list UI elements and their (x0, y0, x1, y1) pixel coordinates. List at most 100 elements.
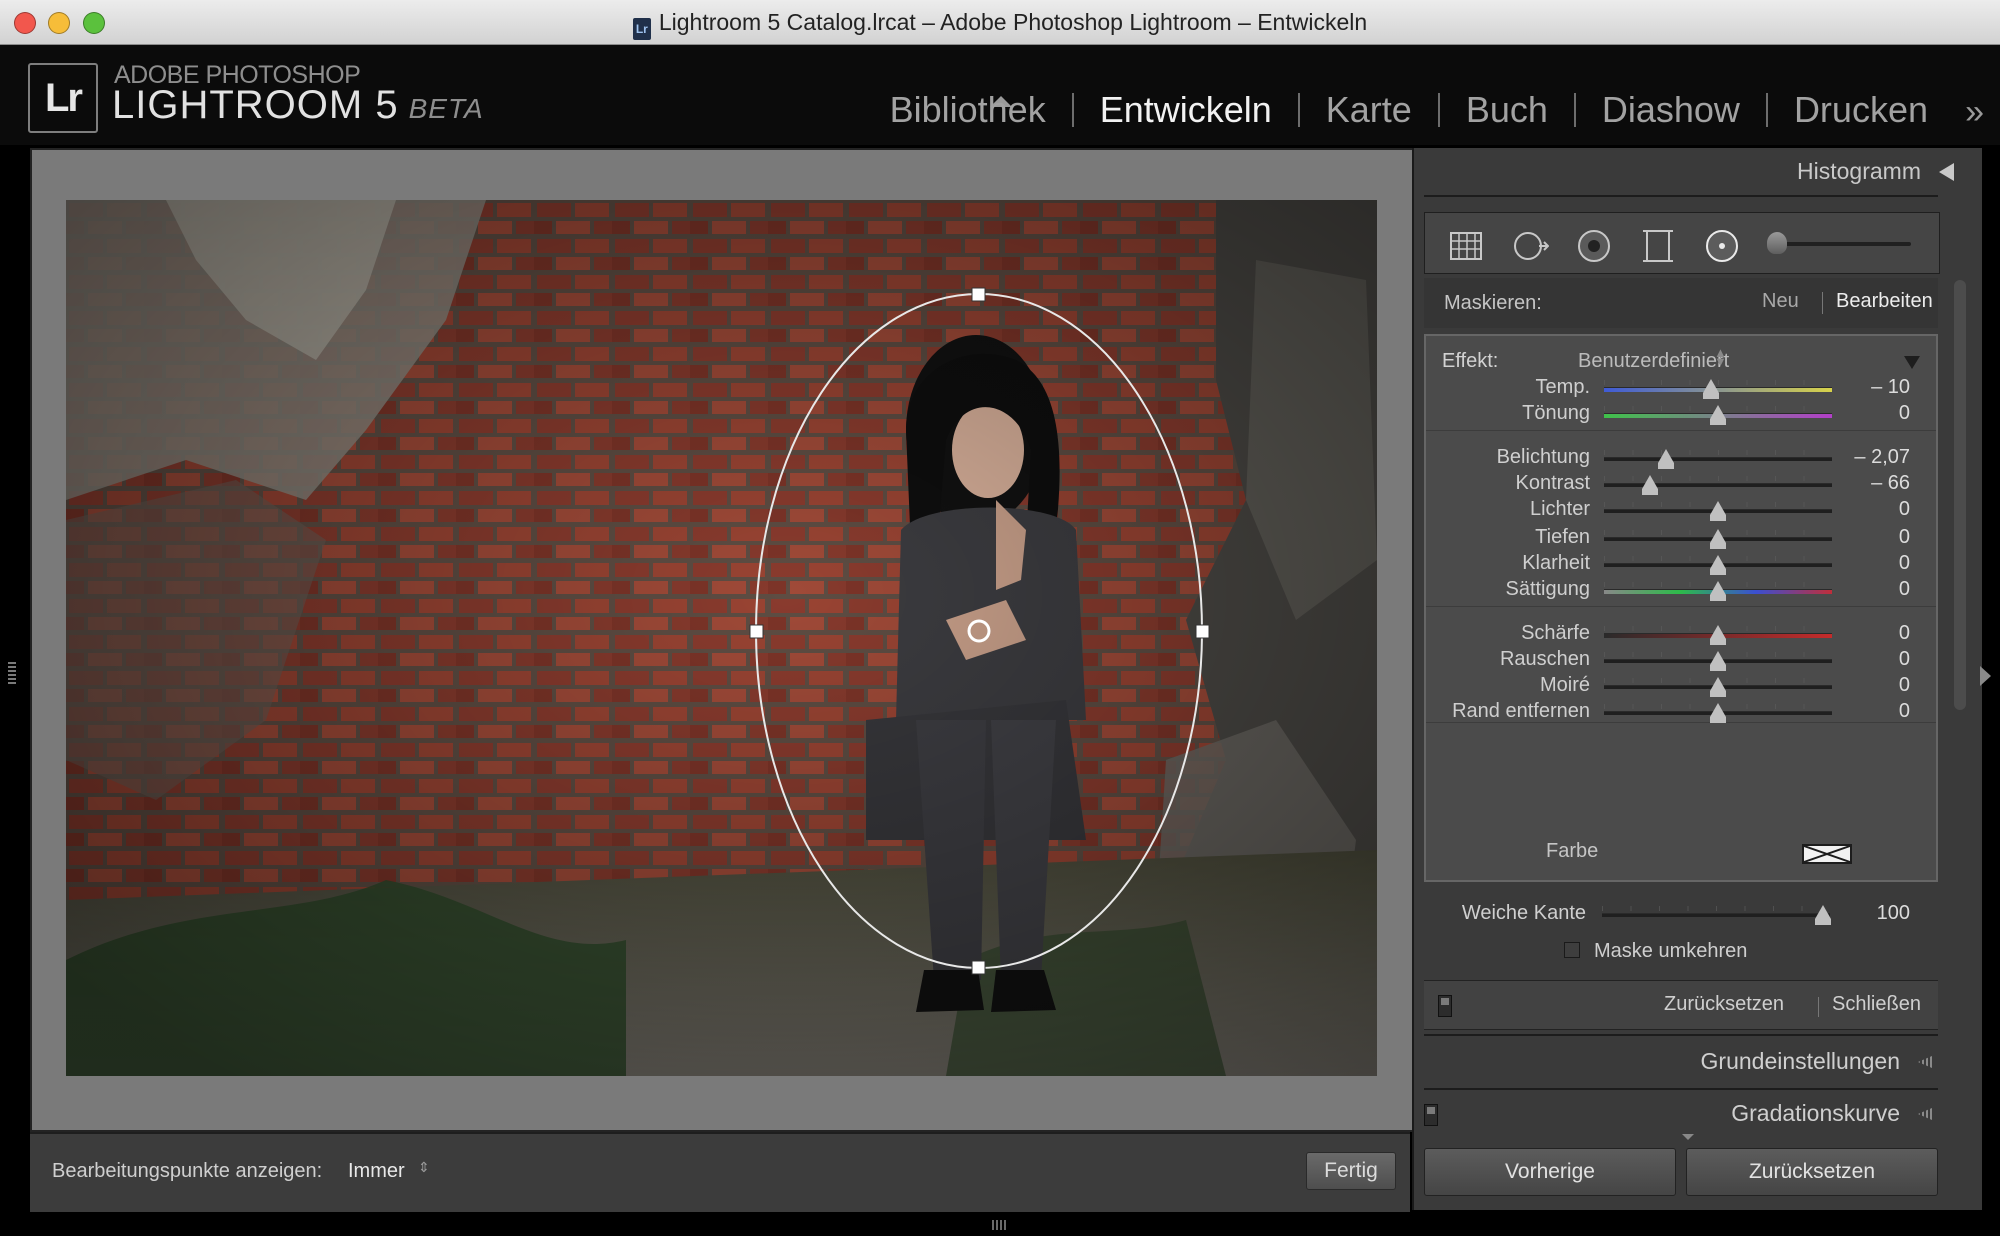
filmstrip-toggle-icon[interactable] (992, 1220, 1006, 1230)
right-panel: Histogramm Maskieren: Neu Bearbeiten Eff… (1412, 148, 1982, 1210)
slider-value[interactable]: 0 (1836, 578, 1910, 601)
slider-value[interactable]: 0 (1836, 648, 1910, 671)
panel-scrollbar[interactable] (1954, 280, 1966, 710)
module-karte[interactable]: Karte (1300, 89, 1438, 131)
module-entwickeln[interactable]: Entwickeln (1074, 89, 1298, 131)
graduated-filter-icon[interactable] (1639, 227, 1677, 265)
done-button[interactable]: Fertig (1306, 1152, 1396, 1190)
reset-all-button[interactable]: Zurücksetzen (1686, 1148, 1938, 1196)
section-basic-title: Grundeinstellungen (1700, 1048, 1900, 1074)
histogram-title: Histogramm (1797, 158, 1921, 184)
photo-image (66, 200, 1377, 1076)
brand-product: LIGHTROOM 5 (112, 83, 399, 127)
more-modules-icon[interactable]: » (1965, 93, 1984, 132)
divider (1426, 430, 1936, 431)
left-panel-toggle-icon[interactable] (8, 662, 16, 684)
slider-thumb[interactable] (1710, 581, 1726, 601)
module-drucken[interactable]: Drucken (1768, 89, 1954, 131)
module-buch[interactable]: Buch (1440, 89, 1574, 131)
slider-thumb[interactable] (1657, 449, 1674, 469)
mask-edit-button[interactable]: Bearbeiten (1836, 290, 1933, 313)
radial-filter-icon[interactable] (1703, 227, 1741, 265)
slider-thumb[interactable] (1710, 501, 1726, 521)
slider-value[interactable]: 0 (1836, 402, 1910, 425)
divider (1822, 292, 1823, 314)
slider-row-t-nung: Tönung 0 (1426, 398, 1936, 430)
adjustment-brush-icon[interactable] (1767, 232, 1787, 254)
slider-value[interactable]: 0 (1836, 674, 1910, 697)
slider-thumb[interactable] (1710, 677, 1726, 697)
divider (1424, 1034, 1938, 1036)
effect-label: Effekt: (1442, 350, 1499, 372)
invert-mask-label: Maske umkehren (1594, 940, 1748, 962)
show-edit-pins-label: Bearbeitungspunkte anzeigen: (52, 1160, 323, 1182)
slider-label: Sättigung (1505, 578, 1590, 600)
brand-beta: BETA (408, 93, 484, 124)
tool-strip (1424, 212, 1940, 274)
divider (1818, 997, 1819, 1017)
crop-overlay-icon[interactable] (1447, 227, 1485, 265)
module-bibliothek[interactable]: Bibliothek (864, 89, 1072, 131)
feather-value[interactable]: 100 (1836, 902, 1910, 925)
slider-thumb[interactable] (1703, 379, 1720, 399)
color-swatch[interactable] (1802, 844, 1852, 864)
effect-collapse-icon[interactable] (1904, 356, 1920, 369)
photo-preview[interactable] (66, 200, 1377, 1076)
slider-thumb[interactable] (1710, 703, 1726, 723)
effect-select-updown-icon[interactable]: ▲ ▼ (1714, 346, 1727, 368)
show-edit-pins-select[interactable]: Immer (348, 1160, 405, 1183)
histogram-collapse-icon[interactable] (1939, 163, 1954, 181)
effect-panel: Effekt: Benutzerdefiniert ▲ ▼ Farbe Temp.… (1424, 334, 1938, 882)
histogram-header[interactable]: Histogramm (1414, 158, 1954, 185)
feather-slider-thumb[interactable] (1815, 905, 1832, 925)
select-updown-icon[interactable]: ⇕ (418, 1159, 430, 1176)
slider-thumb[interactable] (1710, 555, 1726, 575)
slider-track[interactable] (1604, 483, 1832, 487)
previous-button[interactable]: Vorherige (1424, 1148, 1676, 1196)
close-button[interactable]: Schließen (1832, 993, 1921, 1016)
feather-label: Weiche Kante (1461, 902, 1586, 924)
slider-thumb[interactable] (1710, 405, 1726, 425)
red-eye-icon[interactable] (1575, 227, 1613, 265)
adjustment-brush-slider-track[interactable] (1775, 242, 1911, 246)
divider (1426, 606, 1936, 607)
slider-label: Tiefen (1535, 526, 1590, 548)
window-titlebar: Lr Lightroom 5 Catalog.lrcat – Adobe Phot… (0, 0, 2000, 45)
slider-track[interactable] (1604, 457, 1832, 461)
right-panel-toggle-icon[interactable] (1980, 666, 1991, 686)
slider-value[interactable]: 0 (1836, 498, 1910, 521)
slider-row-s-ttigung: Sättigung 0 (1426, 574, 1936, 606)
slider-value[interactable]: 0 (1836, 526, 1910, 549)
slider-thumb[interactable] (1710, 529, 1726, 549)
mask-new-button[interactable]: Neu (1762, 290, 1799, 313)
section-tone-curve[interactable]: Gradationskurve (1424, 1092, 1938, 1136)
section-toggle-switch[interactable] (1424, 1104, 1438, 1126)
invert-mask-row[interactable]: Maske umkehren (1564, 940, 1747, 963)
slider-label: Moiré (1539, 674, 1590, 696)
feather-slider-track[interactable] (1602, 913, 1830, 917)
panel-toggle-switch[interactable] (1438, 995, 1452, 1017)
slider-thumb[interactable] (1641, 475, 1658, 495)
reset-button[interactable]: Zurücksetzen (1664, 993, 1784, 1016)
effect-preset-select[interactable]: Benutzerdefiniert (1578, 350, 1729, 373)
slider-ticks (1604, 450, 1832, 455)
mask-row: Maskieren: Neu Bearbeiten (1424, 278, 1938, 328)
slider-value[interactable]: – 10 (1836, 376, 1910, 399)
section-expand-icon[interactable] (1918, 1108, 1932, 1120)
slider-label: Schärfe (1521, 622, 1590, 644)
spot-removal-icon[interactable] (1511, 227, 1549, 265)
mask-label: Maskieren: (1444, 292, 1542, 314)
slider-thumb[interactable] (1710, 651, 1726, 671)
section-expand-icon[interactable] (1918, 1056, 1932, 1068)
slider-value[interactable]: – 2,07 (1836, 446, 1910, 469)
toolbar: Bearbeitungspunkte anzeigen: Immer ⇕ Fer… (30, 1132, 1410, 1212)
slider-value[interactable]: 0 (1836, 700, 1910, 723)
slider-value[interactable]: – 66 (1836, 472, 1910, 495)
slider-value[interactable]: 0 (1836, 622, 1910, 645)
module-diashow[interactable]: Diashow (1576, 89, 1766, 131)
slider-thumb[interactable] (1710, 625, 1726, 645)
divider (1424, 195, 1938, 197)
section-basic[interactable]: Grundeinstellungen (1424, 1040, 1938, 1084)
invert-mask-checkbox[interactable] (1564, 942, 1580, 958)
slider-value[interactable]: 0 (1836, 552, 1910, 575)
